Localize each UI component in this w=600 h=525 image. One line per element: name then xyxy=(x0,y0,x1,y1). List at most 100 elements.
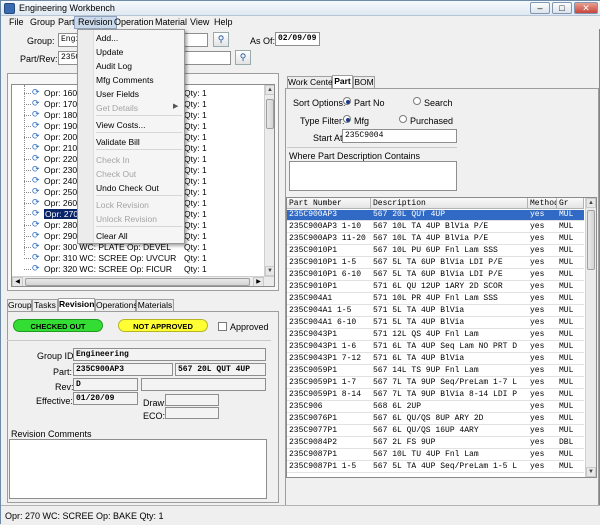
col-group[interactable]: Gr xyxy=(557,198,584,209)
scroll-thumb[interactable] xyxy=(587,210,595,270)
table-row[interactable]: 235C906 568 6L 2UP yes MUL xyxy=(287,402,584,413)
menu-item-validate-bill[interactable]: Validate Bill xyxy=(96,137,140,147)
minimize-button[interactable]: – xyxy=(530,2,550,14)
menu-operation[interactable]: Operation xyxy=(111,16,157,29)
tree-connector xyxy=(24,137,31,138)
tree-op-label: Opr: 280 xyxy=(44,220,78,230)
table-row[interactable]: 235C904A1 571 10L PR 4UP Fnl Lam SSS yes MU… xyxy=(287,294,584,305)
sort-partno-radio[interactable] xyxy=(343,97,351,105)
tab-revision[interactable]: Revision xyxy=(58,298,95,311)
col-method[interactable]: Method xyxy=(528,198,557,209)
tab-bom[interactable]: BOM xyxy=(353,76,375,88)
cell-part-number: 235C9059P1 8-14 xyxy=(289,390,362,399)
maximize-button[interactable]: □ xyxy=(552,2,572,14)
type-filter-label: Type Filter: xyxy=(300,116,345,126)
menu-item-add[interactable]: Add... xyxy=(96,33,118,43)
close-button[interactable]: ✕ xyxy=(574,2,598,14)
table-row[interactable]: 235C9077P1 567 6L QU/QS 16UP 4ARY yes MUL xyxy=(287,426,584,437)
table-row[interactable]: 235C904A1 6-10 571 5L TA 4UP BlVia yes MUL xyxy=(287,318,584,329)
menu-view[interactable]: View xyxy=(187,16,212,29)
desc-contains-label: Where Part Description Contains xyxy=(289,151,421,161)
start-at-input[interactable]: 235C9004 xyxy=(342,129,457,143)
tab-materials[interactable]: Materials xyxy=(136,299,174,311)
group-search-button[interactable]: ⚲ xyxy=(213,32,229,47)
table-row[interactable]: 235C9010P1 1-5 567 5L TA 6UP BlVia LDI P/… xyxy=(287,258,584,269)
cell-group: MUL xyxy=(559,282,574,291)
menu-item-user-fields[interactable]: User Fields xyxy=(96,89,139,99)
type-mfg-radio[interactable] xyxy=(343,115,351,123)
cell-description: 571 6L QU 12UP 1ARY 2D SCOR xyxy=(373,282,503,291)
menu-item-check-out[interactable]: Check Out xyxy=(96,169,136,179)
table-row[interactable]: 235C900AP3 567 20L QUT 4UP yes MUL xyxy=(287,210,584,221)
menu-group[interactable]: Group xyxy=(27,16,58,29)
cell-description: 571 6L TA 4UP BlVia xyxy=(373,354,465,363)
scroll-down-icon[interactable]: ▼ xyxy=(586,467,596,477)
menu-item-check-in[interactable]: Check In xyxy=(96,155,130,165)
table-row[interactable]: 235C9043P1 1-6 571 6L TA 4UP Seq Lam NO P… xyxy=(287,342,584,353)
desc-contains-input[interactable] xyxy=(289,161,457,191)
tree-hscroll[interactable]: ◀ ▶ xyxy=(12,276,274,286)
col-part-number[interactable]: Part Number xyxy=(287,198,371,209)
type-purchased-radio[interactable] xyxy=(399,115,407,123)
menu-help[interactable]: Help xyxy=(211,16,236,29)
tab-tasks[interactable]: Tasks xyxy=(32,299,58,311)
table-row[interactable]: 235C9084P2 567 2L FS 9UP yes DBL xyxy=(287,438,584,449)
partrev-search-button[interactable]: ⚲ xyxy=(235,50,251,65)
table-row[interactable]: 235C9010P1 571 6L QU 12UP 1ARY 2D SCOR yes… xyxy=(287,282,584,293)
menu-file[interactable]: File xyxy=(6,16,27,29)
sort-search-radio[interactable] xyxy=(413,97,421,105)
menu-item-audit-log[interactable]: Audit Log xyxy=(96,61,132,71)
parts-grid[interactable]: Part Number Description Method Gr 235C90… xyxy=(286,197,597,478)
cell-method: yes xyxy=(530,282,545,291)
table-row[interactable]: 235C9076P1 567 6L QU/QS 8UP ARY 2D yes MUL xyxy=(287,414,584,425)
menu-item-update[interactable]: Update xyxy=(96,47,123,57)
table-row[interactable]: 235C9043P1 7-12 571 6L TA 4UP BlVia yes MUL xyxy=(287,354,584,365)
cell-part-number: 235C9087P1 xyxy=(289,450,338,459)
grid-vscroll[interactable]: ▲ ▼ xyxy=(585,198,596,477)
scroll-down-icon[interactable]: ▼ xyxy=(265,266,274,276)
tree-row[interactable]: ⟳ Opr: 310 WC: SCREE Op: UVCUR Qty: 1 xyxy=(12,253,262,263)
cell-description: 567 20L QUT 4UP xyxy=(373,210,446,219)
tab-operations[interactable]: Operations xyxy=(95,299,138,311)
tab-group[interactable]: Group xyxy=(7,299,32,311)
revision-comments-input[interactable] xyxy=(9,439,267,499)
table-row[interactable]: 235C9059P1 567 14L TS 9UP Fnl Lam yes MUL xyxy=(287,366,584,377)
menu-item-get-details[interactable]: Get Details xyxy=(96,103,138,113)
cell-description: 571 5L TA 4UP BlVia xyxy=(373,306,465,315)
cell-part-number: 235C9076P1 xyxy=(289,414,338,423)
tree-row[interactable]: ⟳ Opr: 320 WC: SCREE Op: FICUR Qty: 1 xyxy=(12,264,262,274)
table-row[interactable]: 235C9010P1 567 10L PU 6UP Fnl Lam SSS yes M… xyxy=(287,246,584,257)
table-row[interactable]: 235C9043P1 571 12L QS 4UP Fnl Lam yes MUL xyxy=(287,330,584,341)
hscroll-thumb[interactable] xyxy=(25,278,250,286)
table-row[interactable]: 235C9059P1 8-14 567 7L TA 9UP BlVia 8-14 … xyxy=(287,390,584,401)
menu-item-clear-all[interactable]: Clear All xyxy=(96,231,128,241)
table-row[interactable]: 235C900AP3 1-10 567 10L TA 4UP BlVia P/E y… xyxy=(287,222,584,233)
table-row[interactable]: 235C9059P1 1-7 567 7L TA 9UP Seq/PreLam 1… xyxy=(287,378,584,389)
table-row[interactable]: 235C904A1 1-5 571 5L TA 4UP BlVia yes MUL xyxy=(287,306,584,317)
tree-connector xyxy=(24,115,31,116)
cell-method: yes xyxy=(530,270,545,279)
table-row[interactable]: 235C9087P1 1-5 567 5L TA 4UP Seq/PreLam 1… xyxy=(287,462,584,473)
approved-checkbox[interactable] xyxy=(218,322,227,331)
scroll-up-icon[interactable]: ▲ xyxy=(586,198,596,208)
scroll-left-icon[interactable]: ◀ xyxy=(12,277,23,286)
asof-input[interactable]: 02/09/09 xyxy=(275,32,320,46)
scroll-up-icon[interactable]: ▲ xyxy=(265,85,274,95)
table-row[interactable]: 235C9087P1 567 10L TU 4UP Fnl Lam yes MUL xyxy=(287,450,584,461)
menu-item-undo-check-out[interactable]: Undo Check Out xyxy=(96,183,159,193)
tree-vscroll[interactable]: ▲ ▼ xyxy=(264,85,274,276)
table-row[interactable]: 235C900AP3 11-20 567 10L TA 4UP BlVia P/E… xyxy=(287,234,584,245)
menu-material[interactable]: Material xyxy=(152,16,190,29)
tab-part[interactable]: Part xyxy=(332,75,353,88)
menu-item-lock-revision[interactable]: Lock Revision xyxy=(96,200,149,210)
col-description[interactable]: Description xyxy=(371,198,528,209)
menu-item-view-costs[interactable]: View Costs... xyxy=(96,120,145,130)
table-row[interactable]: 235C9010P1 6-10 567 5L TA 6UP BlVia LDI P… xyxy=(287,270,584,281)
tree-connector xyxy=(24,192,31,193)
tree-connector xyxy=(24,126,31,127)
scroll-thumb[interactable] xyxy=(266,99,274,129)
tab-work-center[interactable]: Work Center xyxy=(287,76,336,88)
scroll-right-icon[interactable]: ▶ xyxy=(253,277,264,286)
menu-item-unlock-revision[interactable]: Unlock Revision xyxy=(96,214,157,224)
menu-item-mfg-comments[interactable]: Mfg Comments xyxy=(96,75,154,85)
